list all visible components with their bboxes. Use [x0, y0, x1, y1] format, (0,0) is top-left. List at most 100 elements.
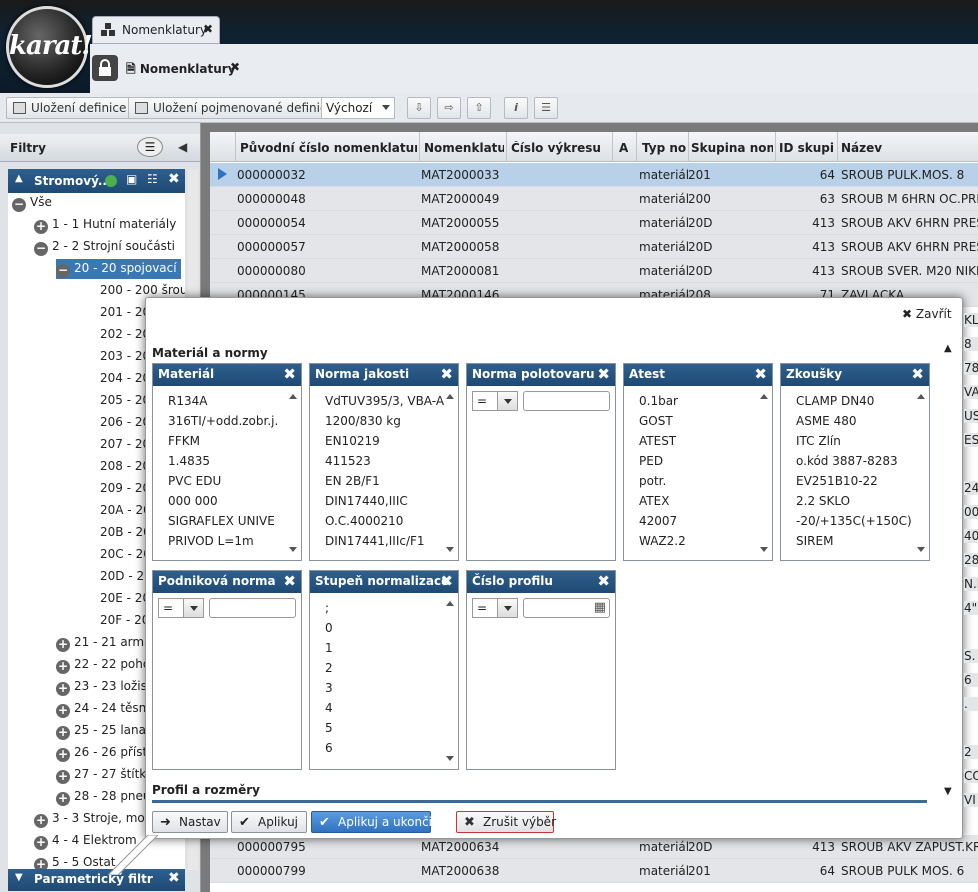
close-icon[interactable]: ✖: [440, 572, 453, 590]
subheader-close-icon[interactable]: ✖: [230, 60, 240, 74]
list-item[interactable]: 2.2 SKLO: [796, 494, 850, 508]
scroll-down-icon[interactable]: [446, 547, 454, 552]
tree-node[interactable]: +23 - 23 ložisk: [56, 677, 158, 697]
scroll-down-icon[interactable]: [289, 547, 297, 552]
lock-button[interactable]: [92, 55, 118, 81]
column-separator[interactable]: [612, 132, 613, 162]
tree-node[interactable]: +3 - 3 Stroje, motr: [34, 809, 158, 829]
list-item[interactable]: DIN17441,IIIc/F1: [325, 534, 425, 548]
close-icon[interactable]: ✖: [440, 365, 453, 383]
column-separator[interactable]: [419, 132, 420, 162]
collapse-minus-icon[interactable]: −: [56, 264, 70, 278]
value-input[interactable]: [523, 391, 610, 411]
list-item[interactable]: 42007: [639, 514, 677, 528]
list-item[interactable]: 3: [325, 681, 333, 695]
list-item[interactable]: R134A: [168, 394, 207, 408]
list-item[interactable]: GOST: [639, 414, 673, 428]
chevron-down-icon[interactable]: [497, 599, 517, 617]
column-header[interactable]: Název: [841, 141, 882, 155]
scroll-down-icon[interactable]: [760, 547, 768, 552]
column-separator[interactable]: [636, 132, 637, 162]
settings-button[interactable]: ☰: [534, 97, 558, 119]
chevron-down-icon[interactable]: [183, 599, 203, 617]
scroll-down-icon[interactable]: [917, 547, 925, 552]
save-definition-button[interactable]: Uložení definice: [6, 97, 134, 119]
list-icon[interactable]: ☷: [147, 172, 158, 186]
list-item[interactable]: 5: [325, 721, 333, 735]
list-item[interactable]: FFKM: [168, 434, 200, 448]
tree-node[interactable]: +26 - 26 přístr: [56, 743, 156, 763]
list-item[interactable]: 1: [325, 641, 333, 655]
expand-plus-icon[interactable]: +: [56, 726, 70, 740]
tree-node[interactable]: −2 - 2 Strojní součásti: [34, 237, 179, 257]
close-icon[interactable]: ✖: [168, 870, 180, 886]
close-icon[interactable]: ✖: [283, 365, 296, 383]
calculator-icon[interactable]: ▦: [594, 600, 606, 615]
column-header[interactable]: ID skupiny: [779, 141, 835, 155]
list-item[interactable]: 0.1bar: [639, 394, 678, 408]
aplikuj-button[interactable]: ✔ Aplikuj: [231, 811, 307, 833]
scroll-up-icon[interactable]: [760, 394, 768, 399]
list-item[interactable]: PVC EDU: [168, 474, 221, 488]
tree-node[interactable]: −20 - 20 spojovací: [56, 259, 181, 279]
list-item[interactable]: DIN17440,IIIC: [325, 494, 408, 508]
close-icon[interactable]: ✖: [168, 171, 180, 187]
column-separator[interactable]: [235, 132, 236, 162]
operator-select[interactable]: =: [472, 391, 518, 411]
close-icon[interactable]: ✖: [754, 365, 767, 383]
value-input[interactable]: [209, 598, 296, 618]
expand-plus-icon[interactable]: +: [56, 748, 70, 762]
tree-panel-header[interactable]: ▲ Stromový... ▣ ☷ ✖: [8, 169, 185, 193]
expand-plus-icon[interactable]: +: [56, 792, 70, 806]
tree-node[interactable]: +1 - 1 Hutní materiály: [34, 215, 180, 235]
list-item[interactable]: 0: [325, 621, 333, 635]
aplikuj-ukonci-button[interactable]: ✔ Aplikuj a ukonči: [311, 811, 432, 833]
list-item[interactable]: 2: [325, 661, 333, 675]
image-icon[interactable]: ▣: [126, 172, 137, 186]
column-header[interactable]: Nomenklatura: [424, 141, 504, 155]
tab-close-icon[interactable]: ✖: [203, 22, 213, 36]
list-item[interactable]: ATEST: [639, 434, 676, 448]
scroll-up-icon[interactable]: [446, 601, 454, 606]
expand-plus-icon[interactable]: +: [56, 638, 70, 652]
info-button[interactable]: i: [504, 97, 528, 119]
list-item[interactable]: SIREM: [796, 534, 833, 548]
list-item[interactable]: ;: [325, 601, 329, 615]
expand-plus-icon[interactable]: +: [34, 814, 48, 828]
column-separator[interactable]: [506, 132, 507, 162]
list-item[interactable]: EN 2B/F1: [325, 474, 380, 488]
filter-menu-icon[interactable]: ☰: [137, 137, 163, 157]
collapse-up-icon[interactable]: ▲: [15, 173, 23, 184]
collapse-left-icon[interactable]: ◀: [178, 140, 187, 154]
list-item[interactable]: 411523: [325, 454, 371, 468]
list-item[interactable]: potr.: [639, 474, 666, 488]
column-separator[interactable]: [775, 132, 776, 162]
table-row[interactable]: 000000032 MAT2000033 materiál 201 64 SROUB PU…: [210, 163, 978, 187]
upload-button[interactable]: ⇧: [467, 97, 491, 119]
column-header[interactable]: Původní číslo nomenklatury: [240, 141, 417, 155]
close-icon[interactable]: ✖: [597, 365, 610, 383]
list-item[interactable]: 316TI/+odd.zobr.j.: [168, 414, 278, 428]
column-separator[interactable]: [837, 132, 838, 162]
list-item[interactable]: ASME 480: [796, 414, 856, 428]
list-item[interactable]: 1200/830 kg: [325, 414, 401, 428]
list-item[interactable]: SIGRAFLEX UNIVE: [168, 514, 275, 528]
table-row[interactable]: 000000054 MAT2000055 materiál 20D 413 SROUB A…: [210, 211, 978, 235]
list-item[interactable]: PRIVOD L=1m: [168, 534, 254, 548]
tree-node[interactable]: − Vše: [12, 193, 56, 213]
zrusit-vyber-button[interactable]: ✖ Zrušit výběr: [456, 811, 556, 833]
close-dialog-button[interactable]: ✖ Zavřít: [902, 307, 952, 321]
scroll-up-icon[interactable]: ▲: [944, 343, 952, 354]
definition-select[interactable]: Výchozí: [321, 97, 395, 119]
tree-node[interactable]: +24 - 24 těsně: [56, 699, 158, 719]
save-named-definition-button[interactable]: Uložení pojmenované definice: [128, 97, 341, 119]
expand-plus-icon[interactable]: +: [34, 836, 48, 850]
scroll-up-icon[interactable]: [917, 394, 925, 399]
expand-down-icon[interactable]: ▼: [15, 872, 23, 883]
list-item[interactable]: 6: [325, 741, 333, 755]
expand-plus-icon[interactable]: +: [56, 704, 70, 718]
list-item[interactable]: o.kód 3887-8283: [796, 454, 898, 468]
column-separator[interactable]: [688, 132, 689, 162]
column-header[interactable]: A: [619, 141, 628, 155]
column-header[interactable]: Skupina nomen: [691, 141, 773, 155]
